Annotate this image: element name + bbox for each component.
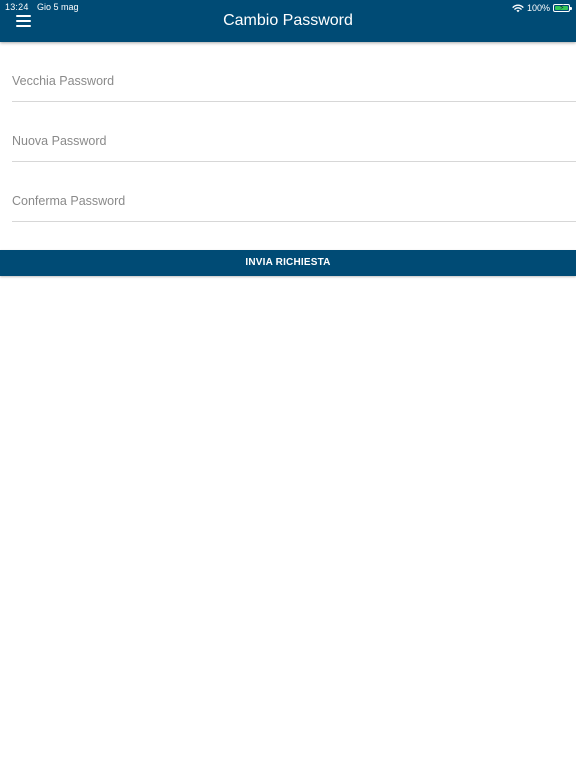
app-screen: 13:24 Gio 5 mag 100% ⚡ Cambio Password I…	[0, 0, 576, 768]
status-time: 13:24	[5, 2, 29, 12]
battery-percentage: 100%	[526, 2, 550, 13]
battery-tip	[570, 6, 572, 10]
page-title: Cambio Password	[223, 12, 353, 29]
confirm-password-input[interactable]	[12, 182, 572, 220]
new-password-field	[12, 122, 576, 162]
new-password-input[interactable]	[12, 122, 572, 160]
top-app-bar: 13:24 Gio 5 mag 100% ⚡ Cambio Password	[0, 0, 576, 42]
wifi-icon	[512, 4, 524, 12]
old-password-field	[12, 62, 576, 102]
confirm-password-field	[12, 182, 576, 222]
charging-bolt-icon: ⚡	[559, 2, 565, 12]
submit-request-button[interactable]: INVIA RICHIESTA	[0, 250, 576, 276]
old-password-input[interactable]	[12, 62, 572, 100]
status-date: Gio 5 mag	[37, 2, 79, 12]
battery-icon: ⚡	[553, 2, 572, 12]
